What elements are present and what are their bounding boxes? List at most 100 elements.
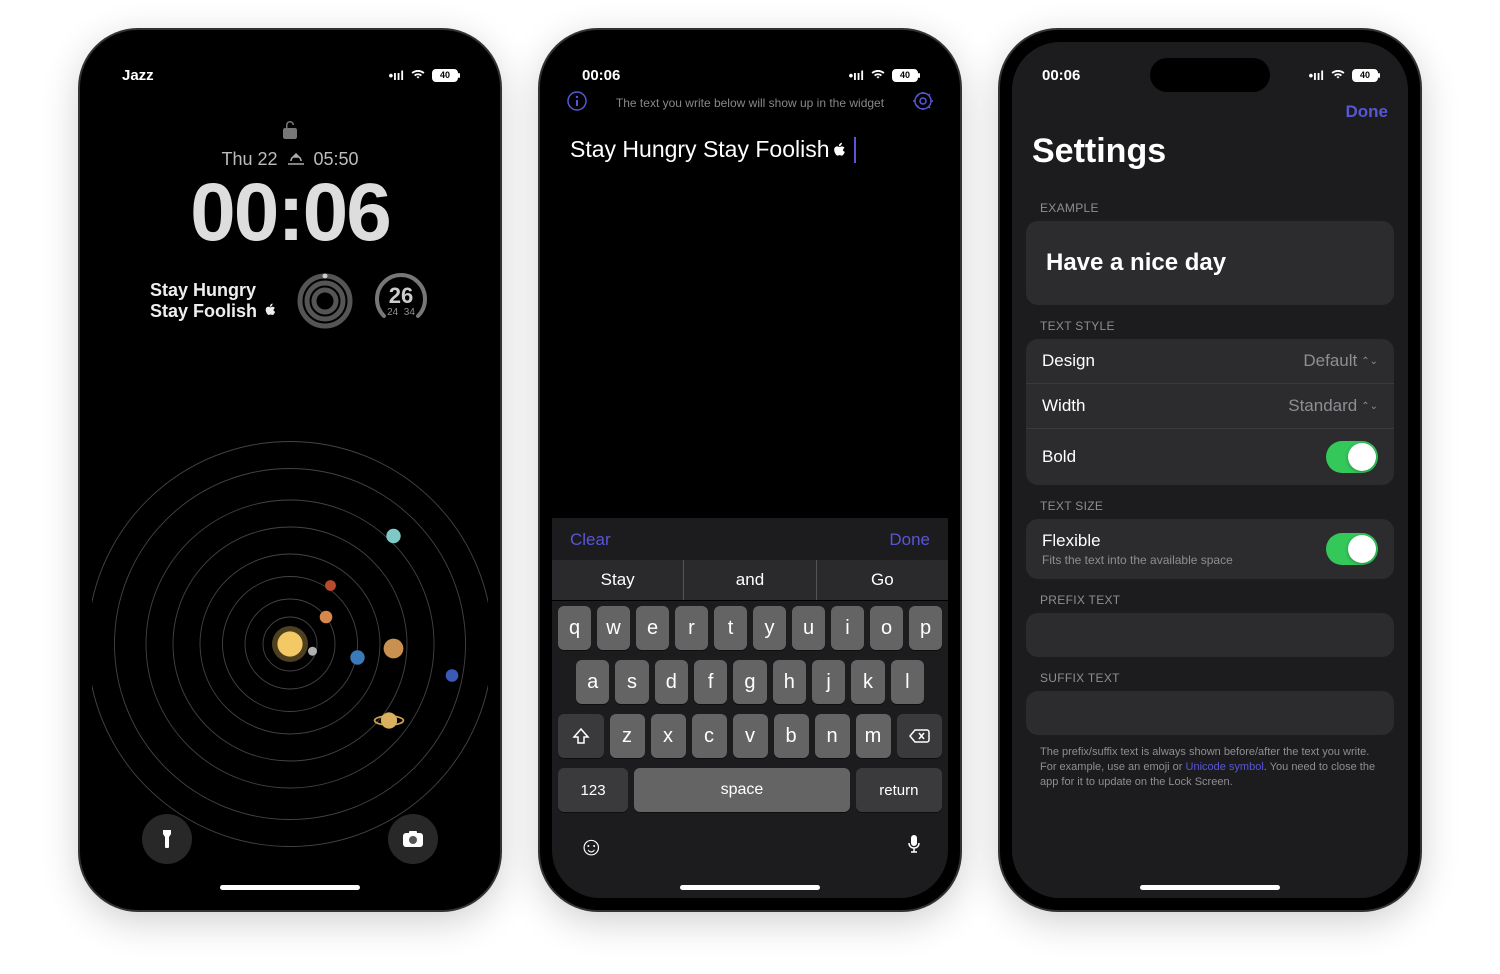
- key-o[interactable]: o: [870, 606, 903, 650]
- key-r[interactable]: r: [675, 606, 708, 650]
- home-indicator[interactable]: [1140, 885, 1280, 890]
- status-right: •ııl 40: [389, 68, 458, 83]
- sunrise-icon: [286, 149, 306, 170]
- suffix-input[interactable]: [1026, 691, 1394, 735]
- info-button[interactable]: [566, 90, 588, 117]
- sun-time: 05:50: [314, 149, 359, 170]
- phone-lockscreen: Jazz •ııl 40 Thu 22 05:50 00:06: [80, 30, 500, 910]
- bold-toggle[interactable]: [1326, 441, 1378, 473]
- design-row[interactable]: Design Default⌃⌄: [1026, 339, 1394, 384]
- flexible-row: Flexible Fits the text into the availabl…: [1026, 519, 1394, 579]
- unicode-link[interactable]: Unicode symbol: [1186, 761, 1264, 773]
- flashlight-button[interactable]: [142, 814, 192, 864]
- space-key[interactable]: space: [634, 768, 850, 812]
- key-v[interactable]: v: [733, 714, 768, 758]
- prefix-input[interactable]: [1026, 613, 1394, 657]
- screen: Jazz •ııl 40 Thu 22 05:50 00:06: [92, 42, 488, 898]
- editor-toolbar: The text you write below will show up in…: [552, 90, 948, 118]
- key-i[interactable]: i: [831, 606, 864, 650]
- key-b[interactable]: b: [774, 714, 809, 758]
- widget-line2: Stay Foolish: [150, 301, 278, 322]
- done-button[interactable]: Done: [1346, 102, 1389, 122]
- key-u[interactable]: u: [792, 606, 825, 650]
- lockscreen-date: Thu 22 05:50: [92, 149, 488, 170]
- key-c[interactable]: c: [692, 714, 727, 758]
- key-x[interactable]: x: [651, 714, 686, 758]
- nav-bar: Done: [1026, 90, 1394, 128]
- row-label: Design: [1042, 351, 1303, 371]
- keyboard-accessory: Clear Done: [552, 518, 948, 560]
- key-row: qwertyuiop: [552, 601, 948, 655]
- numbers-key[interactable]: 123: [558, 768, 628, 812]
- row-text: Flexible Fits the text into the availabl…: [1042, 531, 1326, 567]
- key-row: zxcvbnm: [552, 709, 948, 763]
- status-right: •ııl 40: [849, 68, 918, 83]
- lockscreen-widgets: Stay Hungry Stay Foolish 26 24 34: [92, 272, 488, 330]
- battery-icon: 40: [432, 69, 458, 82]
- key-z[interactable]: z: [610, 714, 645, 758]
- battery-icon: 40: [1352, 69, 1378, 82]
- chevron-updown-icon: ⌃⌄: [1361, 401, 1378, 412]
- screen: 00:06 •ııl 40 The text you write below w…: [552, 42, 948, 898]
- row-label: Bold: [1042, 447, 1326, 467]
- key-y[interactable]: y: [753, 606, 786, 650]
- width-row[interactable]: Width Standard⌃⌄: [1026, 384, 1394, 429]
- key-h[interactable]: h: [773, 660, 806, 704]
- key-a[interactable]: a: [576, 660, 609, 704]
- key-p[interactable]: p: [909, 606, 942, 650]
- home-indicator[interactable]: [680, 885, 820, 890]
- row-value: Standard⌃⌄: [1288, 396, 1378, 416]
- row-label: Flexible: [1042, 531, 1326, 551]
- key-t[interactable]: t: [714, 606, 747, 650]
- shift-key[interactable]: [558, 714, 604, 758]
- status-time: 00:06: [582, 67, 620, 84]
- lockscreen-bottom-buttons: [92, 814, 488, 864]
- key-s[interactable]: s: [615, 660, 648, 704]
- emoji-button[interactable]: ☺: [578, 831, 605, 862]
- page-title: Settings: [1026, 128, 1394, 187]
- key-m[interactable]: m: [856, 714, 891, 758]
- signal-icon: •ııl: [1309, 68, 1324, 83]
- keyboard-suggestions: Stay and Go: [552, 560, 948, 601]
- flexible-toggle[interactable]: [1326, 533, 1378, 565]
- text-size-card: Flexible Fits the text into the availabl…: [1026, 519, 1394, 579]
- suggestion[interactable]: Stay: [552, 560, 684, 600]
- section-header: PREFIX TEXT: [1026, 579, 1394, 613]
- settings-view[interactable]: Done Settings EXAMPLE Have a nice day TE…: [1012, 90, 1408, 898]
- text-cursor: [854, 137, 856, 163]
- section-header: EXAMPLE: [1026, 187, 1394, 221]
- dynamic-island: [230, 58, 350, 92]
- key-q[interactable]: q: [558, 606, 591, 650]
- settings-button[interactable]: [912, 90, 934, 117]
- footnote: The prefix/suffix text is always shown b…: [1026, 735, 1394, 812]
- key-l[interactable]: l: [891, 660, 924, 704]
- done-button[interactable]: Done: [889, 530, 930, 550]
- phone-settings: 00:06 •ııl 40 Done Settings EXAMPLE Have…: [1000, 30, 1420, 910]
- return-key[interactable]: return: [856, 768, 942, 812]
- phone-editor: 00:06 •ııl 40 The text you write below w…: [540, 30, 960, 910]
- chevron-updown-icon: ⌃⌄: [1361, 356, 1378, 367]
- home-indicator[interactable]: [220, 885, 360, 890]
- key-k[interactable]: k: [851, 660, 884, 704]
- suggestion[interactable]: Go: [817, 560, 948, 600]
- key-e[interactable]: e: [636, 606, 669, 650]
- key-j[interactable]: j: [812, 660, 845, 704]
- key-g[interactable]: g: [733, 660, 766, 704]
- dictation-button[interactable]: [906, 831, 922, 862]
- clear-button[interactable]: Clear: [570, 530, 611, 550]
- key-f[interactable]: f: [694, 660, 727, 704]
- key-d[interactable]: d: [655, 660, 688, 704]
- text-input[interactable]: Stay Hungry Stay Foolish: [552, 118, 948, 181]
- text-style-card: Design Default⌃⌄ Width Standard⌃⌄ Bold: [1026, 339, 1394, 485]
- key-n[interactable]: n: [815, 714, 850, 758]
- camera-button[interactable]: [388, 814, 438, 864]
- signal-icon: •ııl: [849, 68, 864, 83]
- backspace-key[interactable]: [897, 714, 943, 758]
- unlock-icon: [92, 120, 488, 145]
- suggestion[interactable]: and: [684, 560, 816, 600]
- screen: 00:06 •ııl 40 Done Settings EXAMPLE Have…: [1012, 42, 1408, 898]
- key-w[interactable]: w: [597, 606, 630, 650]
- input-value: Stay Hungry Stay Foolish: [570, 136, 830, 163]
- wifi-icon: [410, 68, 426, 83]
- dynamic-island: [690, 58, 810, 92]
